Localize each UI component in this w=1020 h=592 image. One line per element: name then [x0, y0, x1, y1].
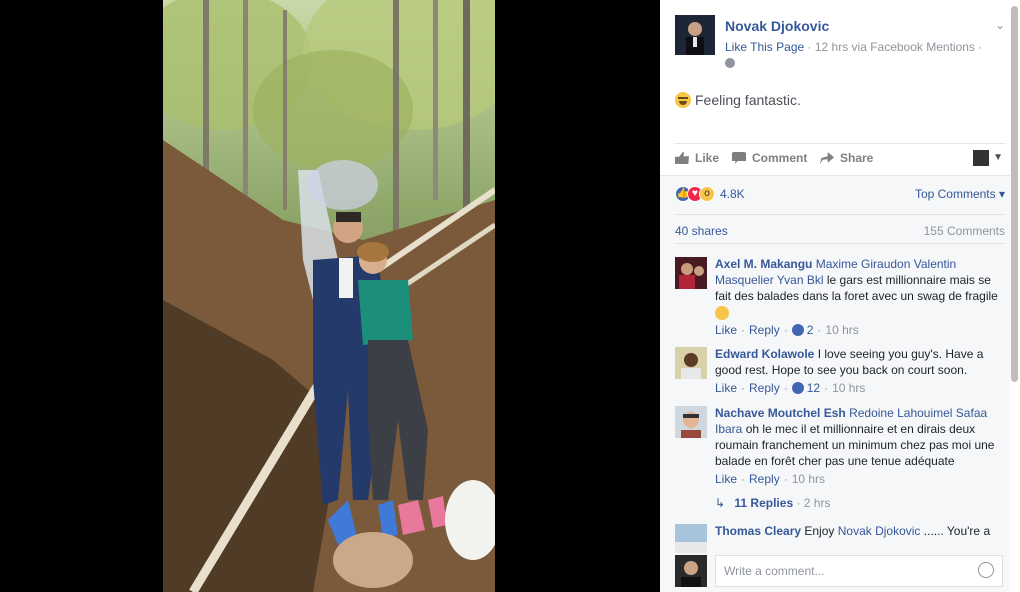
comment-composer — [660, 553, 1010, 592]
post-status: Feeling fantastic. — [675, 92, 801, 108]
comment-text-before: Enjoy — [801, 524, 838, 538]
comment-author[interactable]: Nachave Moutchel Esh — [715, 406, 846, 420]
replies-link[interactable]: 11 Replies — [734, 496, 793, 510]
panel-scrollbar[interactable] — [1011, 6, 1018, 382]
comment-body: Edward Kolawole I love seeing you guy's.… — [715, 346, 1005, 378]
comment-author[interactable]: Edward Kolawole — [715, 347, 814, 361]
comment-time[interactable]: 10 hrs — [792, 472, 825, 486]
wow-reaction-icon: o — [699, 186, 715, 202]
comment-button[interactable]: Comment — [732, 151, 807, 165]
post-timestamp: · 12 hrs via Facebook Mentions · — [807, 40, 983, 54]
composer-avatar — [675, 555, 707, 587]
comment-like-link[interactable]: Like — [715, 472, 737, 486]
comment-actions: Like · Reply · 10 hrs — [715, 472, 826, 486]
share-button[interactable]: Share — [820, 151, 873, 165]
commenter-avatar[interactable] — [675, 524, 707, 556]
globe-icon — [725, 58, 735, 68]
reaction-count[interactable]: 4.8K — [720, 187, 745, 201]
reply-arrow-icon: ↳ — [715, 496, 726, 510]
like-count-icon — [791, 382, 804, 394]
comment-author[interactable]: Axel M. Makangu — [715, 257, 812, 271]
post-photo[interactable] — [163, 0, 495, 592]
post-header: Novak Djokovic Like This Page · 12 hrs v… — [675, 15, 1005, 75]
comment-icon — [732, 152, 746, 164]
comment-item: Nachave Moutchel Esh Redoine Lahouimel S… — [675, 406, 1005, 486]
comments-section: 👍 ♥ o 4.8K Top Comments ▾ 40 shares 155 … — [660, 175, 1010, 592]
share-label: Share — [840, 151, 874, 165]
feeling-emoji-icon — [675, 92, 691, 108]
comments-count[interactable]: 155 Comments — [924, 224, 1005, 238]
comment-reply-link[interactable]: Reply — [749, 472, 780, 486]
comment-label: Comment — [752, 151, 808, 165]
comment-like-count[interactable]: 2 — [807, 323, 814, 337]
feeling-text: Feeling fantastic. — [695, 92, 801, 108]
comment-like-count[interactable]: 12 — [807, 381, 820, 395]
emoji-icon[interactable] — [978, 562, 994, 578]
thumbs-up-icon — [675, 152, 689, 164]
like-label: Like — [695, 151, 720, 165]
viewer-avatar[interactable] — [973, 150, 989, 166]
comment-body: Thomas Cleary Enjoy Novak Djokovic .....… — [715, 523, 1005, 539]
comment-text: oh le mec il et millionnaire et en dirai… — [715, 422, 995, 468]
stats-row: 40 shares 155 Comments — [675, 214, 1005, 244]
post-side-panel: Novak Djokovic Like This Page · 12 hrs v… — [660, 0, 1020, 592]
photo-stage — [0, 0, 660, 592]
commenter-avatar[interactable] — [675, 347, 707, 379]
photo-viewer: Novak Djokovic Like This Page · 12 hrs v… — [0, 0, 1020, 592]
comment-time[interactable]: 10 hrs — [832, 381, 865, 395]
comment-tags[interactable]: Novak Djokovic — [838, 524, 921, 538]
comment-actions: Like · Reply · 12 · 10 hrs — [715, 381, 866, 395]
share-icon — [820, 152, 834, 164]
post-meta: Like This Page · 12 hrs via Facebook Men… — [725, 40, 982, 54]
replies-time: · 2 hrs — [796, 496, 831, 510]
caret-down-icon[interactable]: ▼ — [993, 152, 1003, 163]
commenter-avatar[interactable] — [675, 406, 707, 438]
shares-link[interactable]: 40 shares — [675, 224, 728, 238]
smile-emoji-icon — [715, 305, 729, 320]
comment-body: Nachave Moutchel Esh Redoine Lahouimel S… — [715, 405, 1005, 469]
comment-actions: Like · Reply · 2 · 10 hrs — [715, 323, 859, 337]
comment-like-link[interactable]: Like — [715, 381, 737, 395]
comment-reply-link[interactable]: Reply — [749, 323, 780, 337]
post-action-bar: Like Comment Share ▼ — [675, 143, 1005, 173]
comment-reply-link[interactable]: Reply — [749, 381, 780, 395]
comment-item: Axel M. Makangu Maxime Giraudon Valentin… — [675, 257, 1005, 337]
comment-input[interactable] — [715, 555, 1003, 587]
page-avatar[interactable] — [675, 15, 715, 55]
like-count-icon — [791, 324, 804, 336]
view-replies[interactable]: ↳ 11 Replies · 2 hrs — [715, 496, 830, 510]
comment-author[interactable]: Thomas Cleary — [715, 524, 801, 538]
comment-like-link[interactable]: Like — [715, 323, 737, 337]
like-button[interactable]: Like — [675, 151, 719, 165]
commenter-avatar[interactable] — [675, 257, 707, 289]
top-comments-dropdown[interactable]: Top Comments ▾ — [915, 187, 1005, 201]
reactions-summary[interactable]: 👍 ♥ o 4.8K Top Comments ▾ — [675, 186, 1005, 204]
comment-text: ...... You're a — [920, 524, 991, 538]
comment-body: Axel M. Makangu Maxime Giraudon Valentin… — [715, 256, 1005, 320]
comment-item: Thomas Cleary Enjoy Novak Djokovic .....… — [675, 523, 1005, 556]
photo-forest-couple — [163, 0, 495, 592]
chevron-down-icon[interactable]: ⌄ — [995, 18, 1005, 32]
comment-time[interactable]: 10 hrs — [825, 323, 858, 337]
page-name-link[interactable]: Novak Djokovic — [725, 18, 829, 34]
like-page-link[interactable]: Like This Page — [725, 40, 804, 54]
comment-item: Edward Kolawole I love seeing you guy's.… — [675, 347, 1005, 397]
